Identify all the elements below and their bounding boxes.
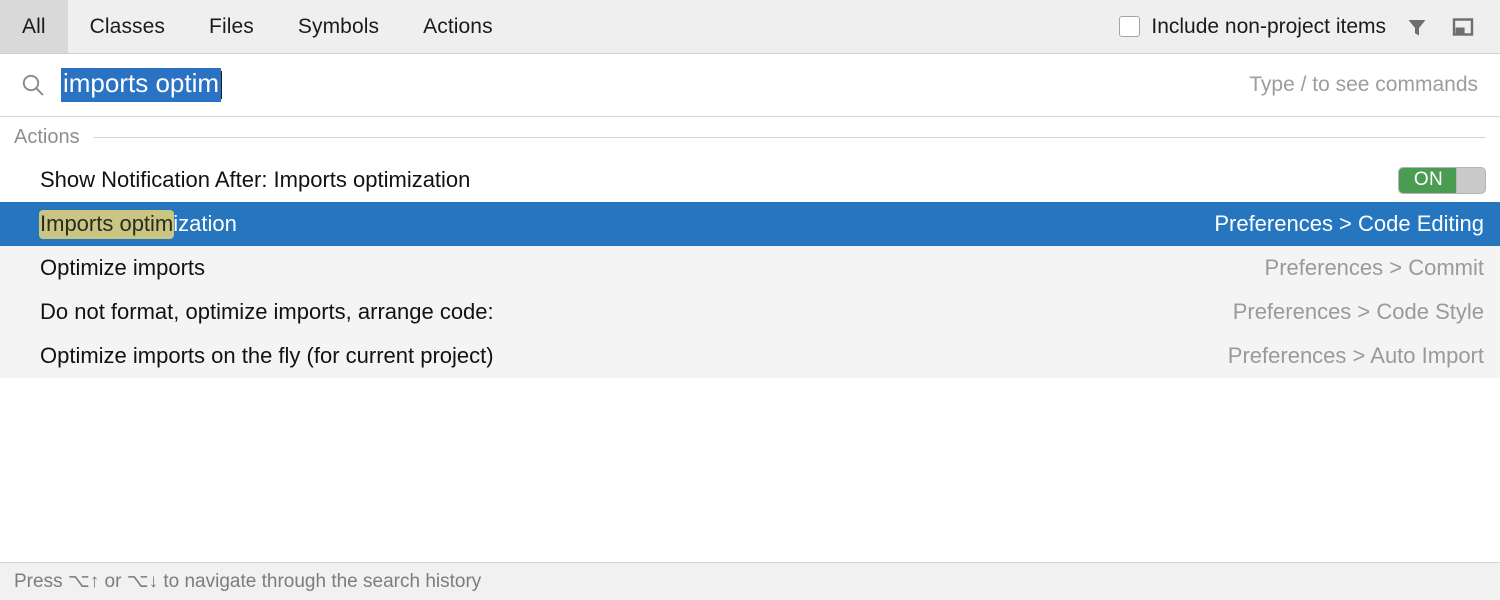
tab-files-label: Files <box>209 14 254 38</box>
match-highlight: Imports optim <box>39 210 175 239</box>
result-row-label: Do not format, optimize imports, arrange… <box>40 299 494 324</box>
tab-all-label: All <box>22 14 46 38</box>
results-list: Actions Show Notification After: Imports… <box>0 117 1500 562</box>
tab-actions[interactable]: Actions <box>401 0 515 53</box>
result-row-label: Show Notification After: Imports optimiz… <box>40 167 471 192</box>
result-row-location: Preferences > Commit <box>1264 255 1484 280</box>
tab-classes-label: Classes <box>89 14 166 38</box>
tab-files[interactable]: Files <box>187 0 276 53</box>
preview-panel-icon[interactable] <box>1448 12 1478 42</box>
tab-actions-label: Actions <box>423 14 493 38</box>
search-bar[interactable]: imports optim Type / to see commands <box>0 54 1500 117</box>
result-row-location: Preferences > Code Editing <box>1214 211 1484 236</box>
search-icon <box>18 70 48 100</box>
popup-footer: Press ⌥↑ or ⌥↓ to navigate through the s… <box>0 562 1500 600</box>
tab-bar: All Classes Files Symbols Actions <box>0 0 515 53</box>
text-caret <box>221 71 223 99</box>
group-header-divider <box>93 137 1486 138</box>
result-row-label: Optimize imports <box>40 255 206 280</box>
toggle-on-track: ON <box>1399 167 1458 193</box>
result-row-show-notification[interactable]: Show Notification After: Imports optimiz… <box>0 158 1500 202</box>
result-row-imports-optimization[interactable]: Imports optim ization Preferences > Code … <box>0 202 1500 246</box>
result-row-optimize-on-the-fly[interactable]: Optimize imports on the fly (for current… <box>0 334 1500 378</box>
footer-hint: Press ⌥↑ or ⌥↓ to navigate through the s… <box>14 571 482 592</box>
result-row-optimize-imports[interactable]: Optimize imports Preferences > Commit <box>0 246 1500 290</box>
tab-classes[interactable]: Classes <box>68 0 187 53</box>
result-row-location: Preferences > Auto Import <box>1227 343 1484 368</box>
toggle-state-label: ON <box>1413 169 1444 190</box>
group-header-actions: Actions <box>0 117 1500 158</box>
include-non-project-items-label: Include non-project items <box>1151 14 1386 38</box>
search-everywhere-popup: All Classes Files Symbols Actions Includ… <box>0 0 1500 600</box>
include-non-project-items-checkbox[interactable]: Include non-project items <box>1119 15 1386 39</box>
group-header-label: Actions <box>14 126 80 148</box>
search-input[interactable]: imports optim <box>61 68 222 102</box>
header-controls: Include non-project items <box>1119 0 1500 53</box>
filter-funnel-icon[interactable] <box>1402 12 1432 42</box>
result-row-do-not-format[interactable]: Do not format, optimize imports, arrange… <box>0 290 1500 334</box>
result-row-label: Optimize imports on the fly (for current… <box>40 343 494 368</box>
toggle-knob[interactable] <box>1456 167 1485 193</box>
result-row-location: Preferences > Code Style <box>1232 299 1484 324</box>
result-row-label-rest: ization <box>173 211 237 236</box>
tab-all[interactable]: All <box>0 0 68 53</box>
result-row-label: Imports optim ization <box>39 210 237 239</box>
search-commands-hint: Type / to see commands <box>1249 73 1478 96</box>
notification-toggle-switch[interactable]: ON <box>1398 166 1486 194</box>
popup-header: All Classes Files Symbols Actions Includ… <box>0 0 1500 54</box>
tab-symbols-label: Symbols <box>297 14 380 38</box>
tab-symbols[interactable]: Symbols <box>276 0 401 53</box>
checkbox-box-icon[interactable] <box>1119 16 1141 37</box>
